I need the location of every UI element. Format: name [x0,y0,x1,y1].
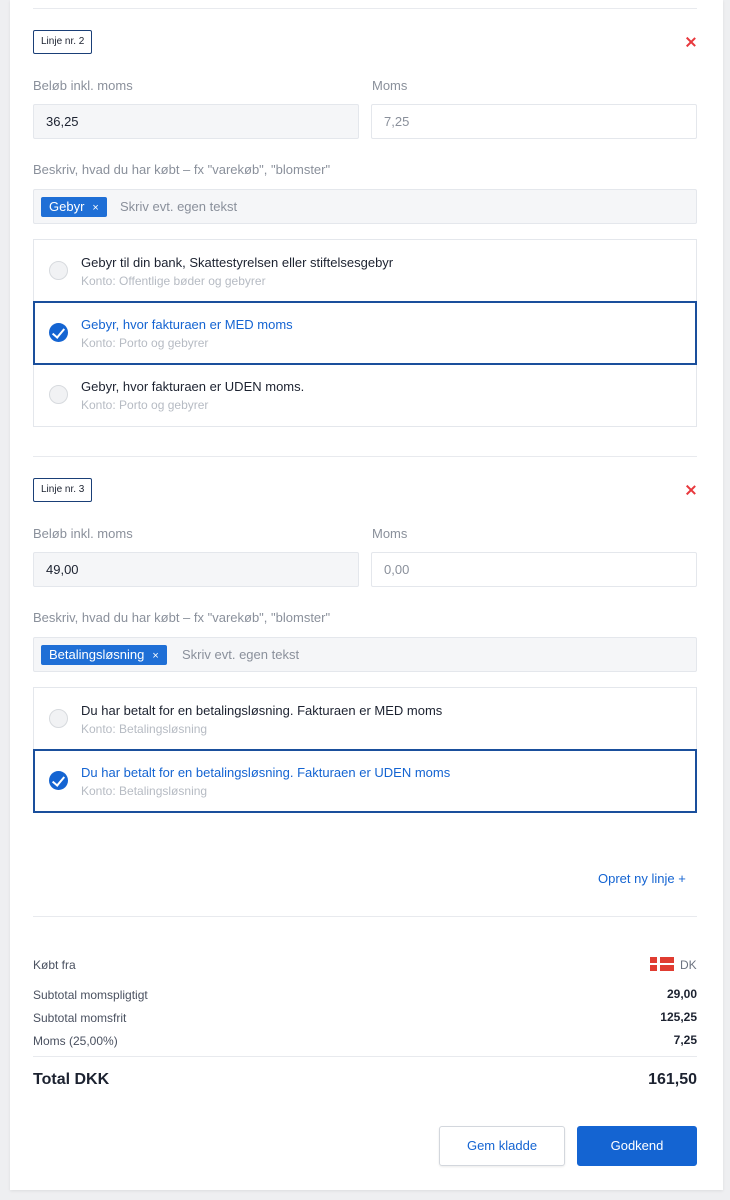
account-option[interactable]: Du har betalt for en betalingsløsning. F… [34,688,696,750]
option-account: Konto: Betalingsløsning [81,722,208,736]
describe-label: Beskriv, hvad du har købt – fx "varekøb"… [33,610,331,625]
radio-unchecked-icon[interactable] [49,261,68,280]
tag-placeholder: Skriv evt. egen tekst [182,647,300,662]
account-option[interactable]: Gebyr til din bank, Skattestyrelsen elle… [34,240,696,302]
account-option-selected[interactable]: Gebyr, hvor fakturaen er MED moms Konto:… [33,301,697,365]
tag-label: Gebyr [49,199,85,214]
describe-label: Beskriv, hvad du har købt – fx "varekøb"… [33,162,331,177]
amount-label: Beløb inkl. moms [33,78,133,93]
vat-label: Moms [372,526,408,541]
remove-line-icon[interactable] [684,35,698,49]
line-badge: Linje nr. 3 [33,478,93,502]
option-account: Konto: Offentlige bøder og gebyrer [81,274,266,288]
subtotal-free-label: Subtotal momsfrit [33,1011,127,1025]
option-title: Gebyr til din bank, Skattestyrelsen elle… [81,255,394,270]
option-title: Gebyr, hvor fakturaen er MED moms [81,317,293,332]
vat-input[interactable]: 0,00 [371,552,697,587]
approve-button[interactable]: Godkend [577,1126,697,1166]
tag-chip: Betalingsløsning × [41,645,167,665]
subtotal-free-value: 125,25 [660,1010,697,1024]
account-option-selected[interactable]: Du har betalt for en betalingsløsning. F… [33,749,697,813]
expense-form-card: Linje nr. 2 Beløb inkl. moms Moms 36,25 … [10,0,723,1190]
amount-input[interactable]: 49,00 [33,552,359,587]
vat-label: Moms [372,78,408,93]
save-draft-button[interactable]: Gem kladde [439,1126,565,1166]
tag-remove-icon[interactable]: × [92,202,98,214]
radio-checked-icon[interactable] [49,323,68,342]
amount-input[interactable]: 36,25 [33,104,359,139]
vat-total-value: 7,25 [673,1033,697,1047]
remove-line-icon[interactable] [684,483,698,497]
vat-total-label: Moms (25,00%) [33,1034,118,1048]
option-account: Konto: Porto og gebyrer [81,336,209,350]
subtotal-vat-value: 29,00 [666,987,697,1001]
vat-input[interactable]: 7,25 [371,104,697,139]
subtotal-vat-label: Subtotal momspligtigt [33,988,148,1002]
add-line-link[interactable]: Opret ny linje + [598,871,686,886]
option-account: Konto: Porto og gebyrer [81,398,209,412]
option-account: Konto: Betalingsløsning [81,784,208,798]
radio-unchecked-icon[interactable] [49,385,68,404]
option-title: Du har betalt for en betalingsløsning. F… [81,765,451,780]
bought-from-label: Købt fra [33,958,76,972]
option-title: Du har betalt for en betalingsløsning. F… [81,703,443,718]
tag-remove-icon[interactable]: × [152,650,158,662]
divider [33,1056,697,1057]
option-title: Gebyr, hvor fakturaen er UDEN moms. [81,379,305,394]
line-badge: Linje nr. 2 [33,30,93,54]
divider [33,916,697,917]
description-tag-input[interactable]: Betalingsløsning × Skriv evt. egen tekst [33,637,697,672]
tag-label: Betalingsløsning [49,647,145,662]
tag-chip: Gebyr × [41,197,107,217]
account-options: Gebyr til din bank, Skattestyrelsen elle… [33,239,697,427]
total-label: Total DKK [33,1071,110,1088]
radio-checked-icon[interactable] [49,771,68,790]
divider [33,456,697,457]
denmark-flag-icon [650,957,674,971]
account-options: Du har betalt for en betalingsløsning. F… [33,687,697,813]
total-value: 161,50 [648,1071,697,1088]
tag-placeholder: Skriv evt. egen tekst [120,199,238,214]
account-option[interactable]: Gebyr, hvor fakturaen er UDEN moms. Kont… [34,364,696,426]
divider [33,8,697,9]
radio-unchecked-icon[interactable] [49,709,68,728]
country-code: DK [680,958,697,972]
amount-label: Beløb inkl. moms [33,526,133,541]
description-tag-input[interactable]: Gebyr × Skriv evt. egen tekst [33,189,697,224]
